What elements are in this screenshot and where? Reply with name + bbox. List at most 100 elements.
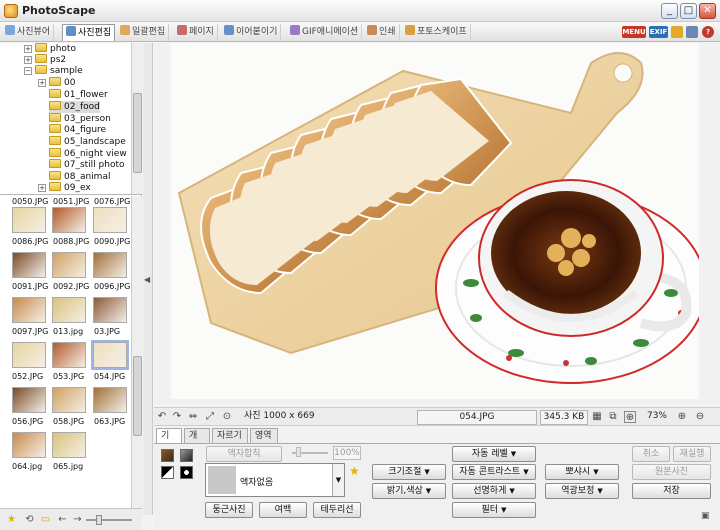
rounded-photo-button[interactable]: 둥근사진: [205, 502, 253, 518]
star-icon[interactable]: ★: [6, 514, 17, 525]
lock-icon[interactable]: ▣: [701, 511, 711, 522]
expand-icon[interactable]: +: [24, 56, 32, 64]
frame-selector[interactable]: 액자없음 ▼: [205, 463, 345, 497]
favorite-star-icon[interactable]: ★: [349, 464, 360, 478]
thumbnail-caption[interactable]: 054.JPG: [94, 372, 125, 381]
tree-item-09-ex[interactable]: +09_ex: [38, 182, 91, 194]
rotate-right-icon[interactable]: ↷: [171, 411, 183, 423]
thumbnail-caption[interactable]: 013.jpg: [53, 327, 83, 336]
thumbnail-image[interactable]: [93, 207, 127, 233]
tree-item-sample[interactable]: − sample: [24, 65, 83, 77]
tree-item-07-still-photo[interactable]: 07_still photo: [49, 159, 125, 171]
transparency-icon[interactable]: ▦: [591, 411, 603, 423]
resize-icon[interactable]: ⤢: [204, 411, 216, 423]
folder-tree[interactable]: + photo + ps2 − sample +00 01_flower 02_foo…: [0, 43, 142, 195]
thumb-size-slider[interactable]: [86, 519, 132, 521]
save-button[interactable]: 저장: [632, 483, 711, 499]
tree-item-05-landscape[interactable]: 05_landscape: [49, 136, 126, 148]
thumbnail-caption[interactable]: 052.JPG: [12, 372, 43, 381]
tree-scrollbar[interactable]: [131, 43, 142, 194]
thumbnail-caption[interactable]: 0086.JPG: [12, 237, 48, 246]
tab-viewer[interactable]: 사진뷰어: [2, 24, 55, 41]
close-button[interactable]: ✕: [699, 3, 716, 19]
tab-photoscape[interactable]: 포토스케이프: [402, 24, 471, 41]
thumb-size-knob[interactable]: [96, 515, 102, 525]
back-arrow-icon[interactable]: ←: [57, 514, 68, 525]
tree-item-04-figure[interactable]: 04_figure: [49, 124, 106, 136]
bw-swatch[interactable]: [161, 466, 174, 479]
folder-icon[interactable]: [671, 26, 683, 38]
thumbnail-caption[interactable]: 0088.JPG: [53, 237, 89, 246]
tab-combine[interactable]: 이어붙이기: [221, 24, 282, 41]
collapse-arrow-icon[interactable]: ◀: [144, 275, 150, 284]
tab-batch[interactable]: 일괄편집: [117, 24, 170, 41]
thumbnail-scroll-thumb[interactable]: [133, 356, 142, 436]
expand-icon[interactable]: +: [24, 45, 32, 53]
help-icon[interactable]: ?: [702, 26, 714, 38]
tree-item-00[interactable]: +00: [38, 77, 75, 89]
border-line-button[interactable]: 테두리선: [313, 502, 361, 518]
thumbnail-image[interactable]: [52, 297, 86, 323]
tab-object[interactable]: 개체: [184, 428, 210, 455]
thumbnail-caption[interactable]: 0092.JPG: [53, 282, 89, 291]
thumbnail-caption[interactable]: 0091.JPG: [12, 282, 48, 291]
tree-scroll-thumb[interactable]: [133, 93, 142, 173]
copy-icon[interactable]: [686, 26, 698, 38]
thumbnail-image[interactable]: [52, 387, 86, 413]
zoom-in-icon[interactable]: ⊕: [676, 411, 688, 423]
thumbnail-image[interactable]: [12, 342, 46, 368]
thumbnail-image[interactable]: [12, 387, 46, 413]
thumbnail-caption[interactable]: 0076.JPG: [94, 197, 130, 206]
frame-merge-button[interactable]: 액자합칙: [206, 446, 282, 462]
thumbnail-caption[interactable]: 0050.JPG: [12, 197, 48, 206]
collapse-icon[interactable]: −: [24, 67, 32, 75]
panel-collapse-handle[interactable]: ◀: [143, 43, 153, 515]
thumbnail-caption[interactable]: 03.JPG: [94, 327, 120, 336]
fit-icon[interactable]: ⧉: [607, 411, 619, 423]
tab-page[interactable]: 페이지: [174, 24, 218, 41]
vignette-swatch[interactable]: [180, 466, 193, 479]
thumbnail-image[interactable]: [93, 387, 127, 413]
thumbnail-caption[interactable]: 063.JPG: [94, 417, 125, 426]
tab-print[interactable]: 인쇄: [364, 24, 400, 41]
backlight-correction-button[interactable]: 역광보정 ▼: [545, 483, 619, 499]
thumbnail-grid[interactable]: 0050.JPG 0051.JPG 0076.JPG 0086.JPG 0088.JPG…: [0, 196, 142, 515]
sharpen-button[interactable]: 선명하게 ▼: [452, 483, 536, 499]
tree-item-01-flower[interactable]: 01_flower: [49, 89, 108, 101]
thumbnail-caption[interactable]: 053.JPG: [53, 372, 84, 381]
thumbnail-caption[interactable]: 065.jpg: [53, 462, 83, 471]
chevron-down-icon[interactable]: ▼: [332, 464, 344, 496]
thumbnail-image[interactable]: [52, 252, 86, 278]
thumbnail-caption[interactable]: 0090.JPG: [94, 237, 130, 246]
thumbnail-image[interactable]: [12, 297, 46, 323]
tab-basic[interactable]: 기본: [156, 428, 182, 455]
folder-open-icon[interactable]: ▭: [40, 514, 51, 525]
margin-button[interactable]: 여백: [259, 502, 307, 518]
brightness-color-button[interactable]: 밝기,색상 ▼: [372, 483, 446, 499]
auto-level-button[interactable]: 자동 레벨 ▼: [452, 446, 536, 462]
resize-button[interactable]: 크기조절 ▼: [372, 464, 446, 480]
zoom-out-icon[interactable]: ⊖: [694, 411, 706, 423]
thumbnail-caption[interactable]: 0097.JPG: [12, 327, 48, 336]
thumbnail-caption[interactable]: 064.jpg: [12, 462, 42, 471]
thumbnail-caption[interactable]: 0051.JPG: [53, 197, 89, 206]
expand-icon[interactable]: +: [38, 79, 46, 87]
original-photo-button[interactable]: 원본사진: [632, 464, 711, 480]
maximize-button[interactable]: □: [680, 3, 697, 19]
rotate-left-icon[interactable]: ↶: [156, 411, 168, 423]
undo-button[interactable]: 취소: [632, 446, 670, 462]
thumbnail-caption[interactable]: 058.JPG: [53, 417, 84, 426]
zoom-fit-icon[interactable]: ⊕: [624, 411, 636, 423]
thumbnail-image[interactable]: [93, 252, 127, 278]
menu-icon[interactable]: MENU: [622, 26, 646, 38]
flip-icon[interactable]: ⇔: [187, 411, 199, 423]
thumbnail-image[interactable]: [91, 340, 129, 370]
thumbnail-image[interactable]: [52, 342, 86, 368]
tree-item-02-food[interactable]: 02_food: [49, 101, 100, 113]
minimize-button[interactable]: _: [661, 3, 678, 19]
photo-bread-and-tea[interactable]: [171, 43, 699, 399]
thumbnail-image[interactable]: [93, 297, 127, 323]
frame-style-swatch[interactable]: [180, 449, 193, 462]
filter-button[interactable]: 필터 ▼: [452, 502, 536, 518]
tab-crop[interactable]: 자르기: [212, 428, 248, 443]
